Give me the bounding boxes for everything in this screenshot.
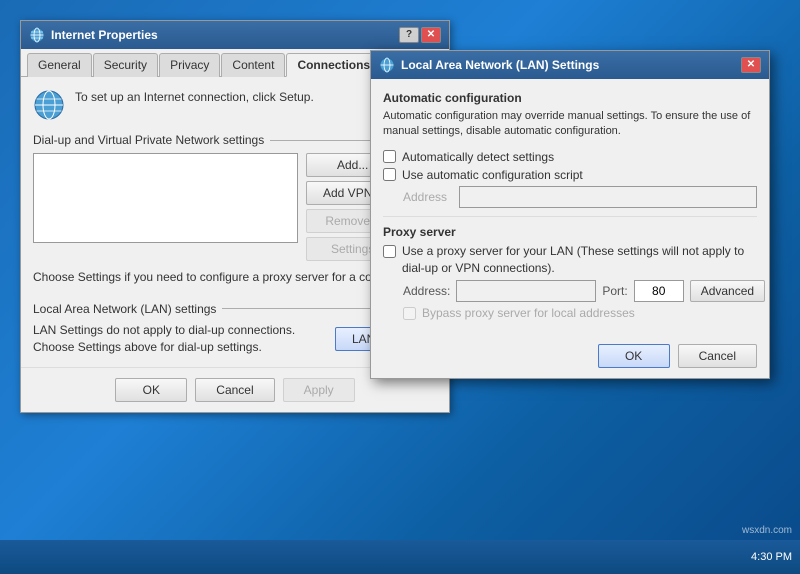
lan-close-button[interactable]: ✕ — [741, 57, 761, 73]
auto-script-checkbox[interactable] — [383, 168, 396, 181]
proxy-section: Proxy server Use a proxy server for your… — [383, 225, 757, 321]
auto-detect-checkbox[interactable] — [383, 150, 396, 163]
tab-content[interactable]: Content — [221, 53, 285, 77]
watermark: wsxdn.com — [742, 525, 792, 536]
tab-connections[interactable]: Connections — [286, 53, 381, 77]
taskbar: 4:30 PM — [0, 540, 800, 574]
proxy-server-header: Proxy server — [383, 225, 757, 239]
lan-dialog-title: Local Area Network (LAN) Settings — [401, 58, 599, 72]
internet-properties-title: Internet Properties — [51, 28, 158, 42]
use-proxy-row: Use a proxy server for your LAN (These s… — [383, 243, 757, 277]
tab-general[interactable]: General — [27, 53, 92, 77]
lan-dialog-footer: OK Cancel — [371, 336, 769, 378]
lan-title-bar-controls: ✕ — [741, 57, 761, 73]
bypass-row: Bypass proxy server for local addresses — [403, 306, 757, 320]
bypass-checkbox[interactable] — [403, 307, 416, 320]
ok-button[interactable]: OK — [115, 378, 187, 402]
auto-address-input[interactable] — [459, 186, 757, 208]
port-label: Port: — [602, 284, 627, 298]
proxy-address-label: Address: — [403, 284, 450, 298]
port-input[interactable] — [634, 280, 684, 302]
use-proxy-label: Use a proxy server for your LAN (These s… — [402, 243, 757, 277]
lan-description: LAN Settings do not apply to dial-up con… — [33, 322, 327, 356]
lan-ok-button[interactable]: OK — [598, 344, 670, 368]
close-button[interactable]: ✕ — [421, 27, 441, 43]
auto-address-row: Address — [403, 186, 757, 208]
use-proxy-checkbox[interactable] — [383, 245, 396, 258]
auto-script-row: Use automatic configuration script — [383, 168, 757, 182]
lan-dialog-content: Automatic configuration Automatic config… — [371, 79, 769, 336]
lan-dialog-icon — [379, 57, 395, 73]
lan-title-bar: Local Area Network (LAN) Settings ✕ — [371, 51, 769, 79]
taskbar-time: 4:30 PM — [751, 551, 792, 563]
auto-script-label: Use automatic configuration script — [402, 168, 583, 182]
setup-text: To set up an Internet connection, click … — [75, 89, 362, 106]
taskbar-right: 4:30 PM — [751, 551, 792, 563]
auto-config-desc: Automatic configuration may override man… — [383, 109, 757, 140]
tab-security[interactable]: Security — [93, 53, 158, 77]
auto-detect-label: Automatically detect settings — [402, 150, 554, 164]
auto-config-header: Automatic configuration — [383, 91, 757, 105]
proxy-address-input[interactable] — [456, 280, 596, 302]
dialup-listbox[interactable] — [33, 153, 298, 243]
auto-address-label: Address — [403, 190, 453, 204]
auto-detect-row: Automatically detect settings — [383, 150, 757, 164]
proxy-address-row: Address: Port: Advanced — [403, 280, 757, 302]
bypass-label: Bypass proxy server for local addresses — [422, 306, 635, 320]
tab-privacy[interactable]: Privacy — [159, 53, 220, 77]
title-bar-controls: ? ✕ — [399, 27, 441, 43]
dialog-icon — [29, 27, 45, 43]
advanced-proxy-button[interactable]: Advanced — [690, 280, 765, 302]
globe-icon — [33, 89, 65, 121]
help-button[interactable]: ? — [399, 27, 419, 43]
lan-cancel-button[interactable]: Cancel — [678, 344, 757, 368]
lan-settings-dialog: Local Area Network (LAN) Settings ✕ Auto… — [370, 50, 770, 379]
apply-button[interactable]: Apply — [283, 378, 355, 402]
divider — [383, 216, 757, 217]
cancel-button[interactable]: Cancel — [195, 378, 274, 402]
internet-properties-title-bar: Internet Properties ? ✕ — [21, 21, 449, 49]
